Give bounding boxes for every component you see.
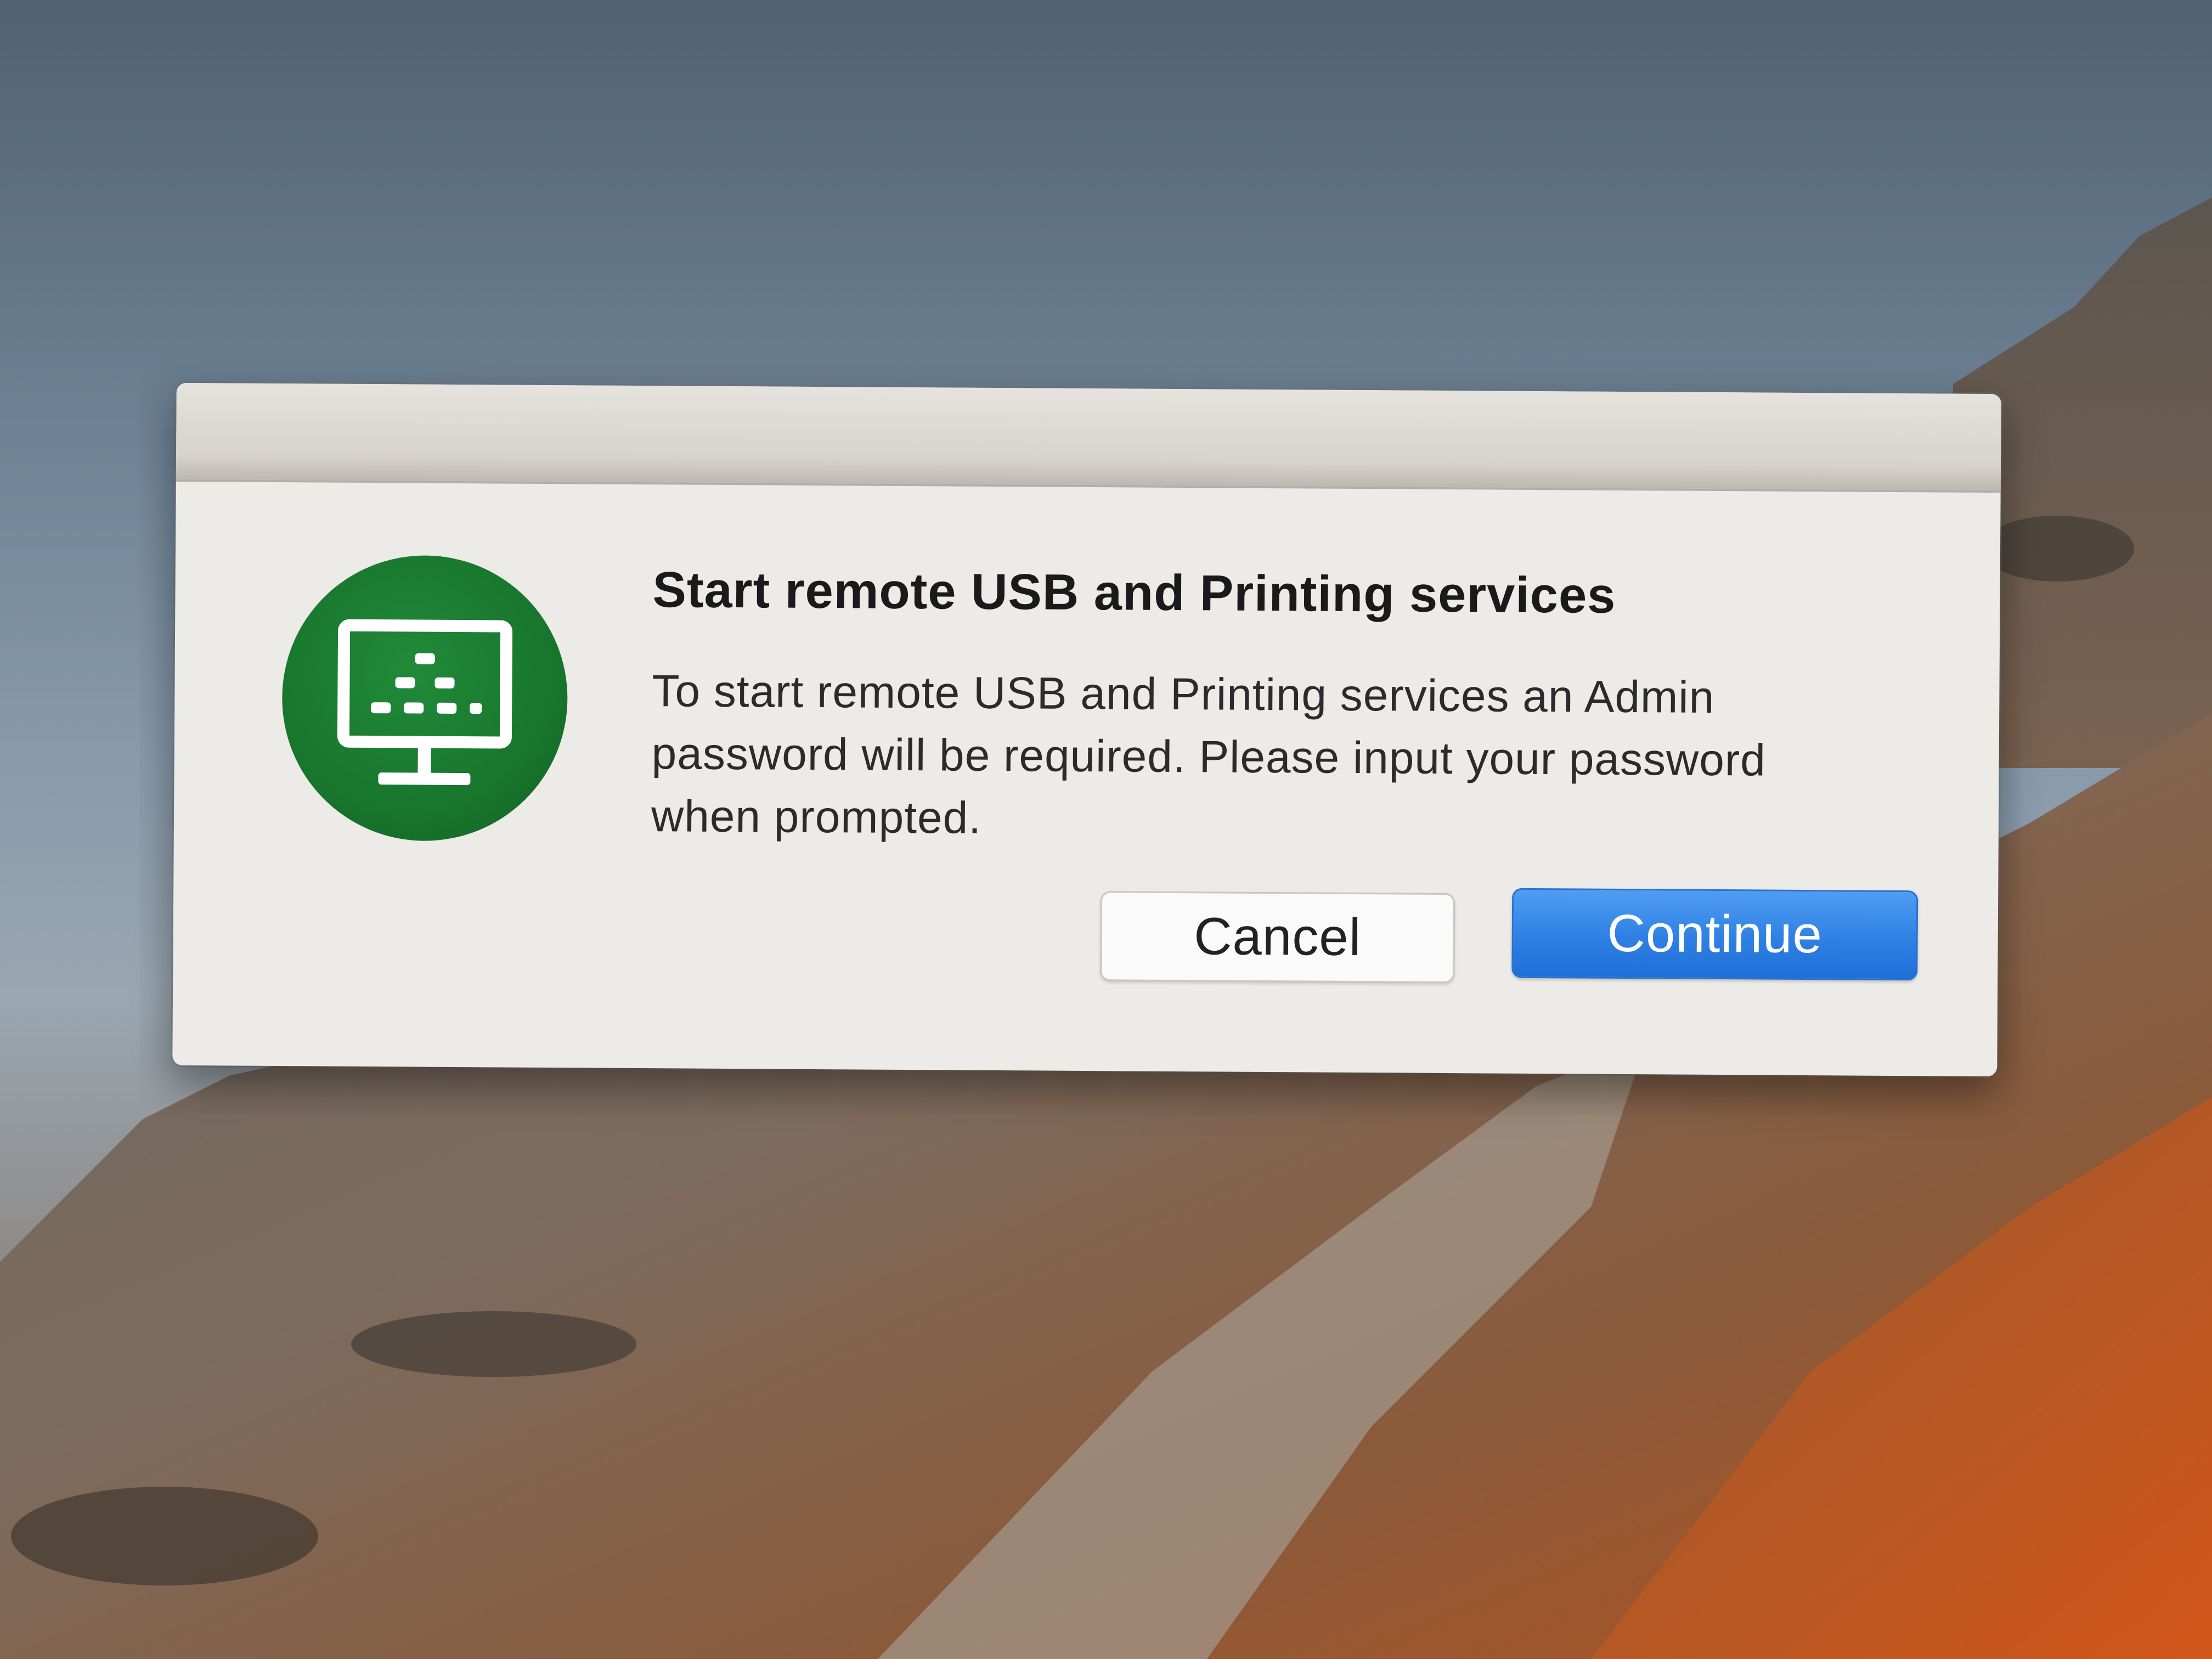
- alert-dialog: Start remote USB and Printing services T…: [172, 382, 2001, 1077]
- desktop-background: Start remote USB and Printing services T…: [0, 0, 2212, 1659]
- remote-usb-printing-icon: [281, 555, 568, 842]
- dialog-title: Start remote USB and Printing services: [652, 562, 1616, 624]
- dialog-titlebar: [176, 382, 2001, 493]
- cancel-button[interactable]: Cancel: [1100, 891, 1455, 984]
- dialog-message: To start remote USB and Printing service…: [651, 666, 1767, 843]
- continue-button[interactable]: Continue: [1511, 888, 1918, 981]
